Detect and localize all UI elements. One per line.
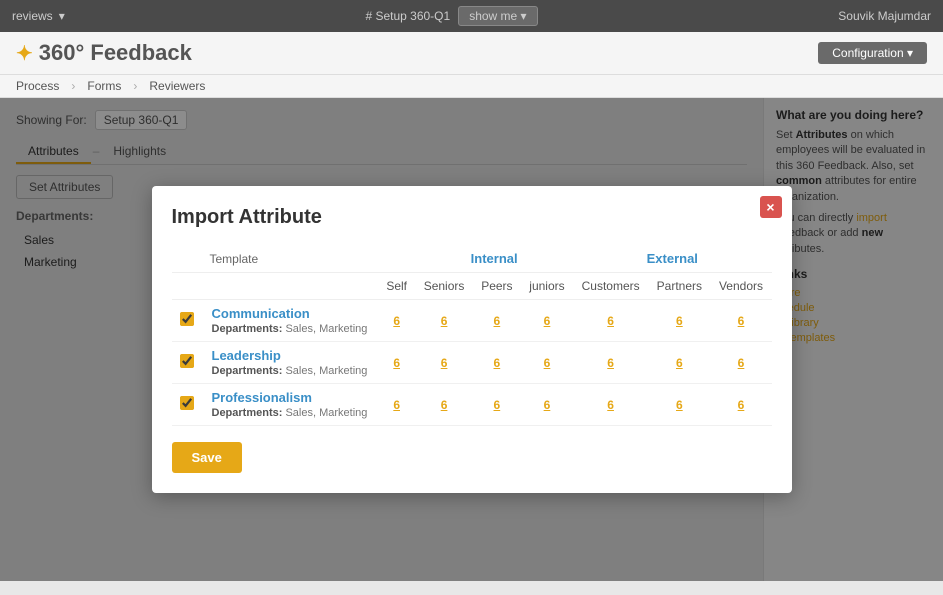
modal-title: Import Attribute: [172, 206, 772, 229]
juniors-value[interactable]: 6: [521, 384, 573, 426]
app-title-text: 360° Feedback: [39, 40, 192, 66]
self-value[interactable]: 6: [378, 342, 415, 384]
sub-nav: Process › Forms › Reviewers: [0, 75, 943, 98]
modal-close-button[interactable]: ×: [760, 196, 782, 218]
row-checkbox-cell: [172, 300, 202, 342]
checkbox-sub-header: [172, 273, 202, 300]
reviews-link[interactable]: reviews: [12, 9, 53, 23]
table-row: Professionalism Departments: Sales, Mark…: [172, 384, 772, 426]
external-group-header: External: [573, 245, 771, 273]
nav-reviewers[interactable]: Reviewers: [149, 79, 205, 93]
template-name-cell: Leadership Departments: Sales, Marketing: [202, 342, 379, 384]
template-name[interactable]: Communication: [212, 306, 371, 321]
self-header: Self: [378, 273, 415, 300]
main-header: ✦ 360° Feedback Configuration ▾: [0, 32, 943, 75]
nav-forms[interactable]: Forms: [87, 79, 121, 93]
reviews-arrow: ▾: [59, 9, 65, 23]
seniors-value[interactable]: 6: [415, 300, 473, 342]
table-row: Leadership Departments: Sales, Marketing…: [172, 342, 772, 384]
partners-value[interactable]: 6: [648, 384, 710, 426]
row-checkbox[interactable]: [180, 312, 194, 326]
checkbox-col-header: [172, 245, 202, 273]
vendors-header: Vendors: [710, 273, 771, 300]
row-checkbox[interactable]: [180, 396, 194, 410]
seniors-header: Seniors: [415, 273, 473, 300]
juniors-value[interactable]: 6: [521, 300, 573, 342]
gear-icon: ✦: [16, 41, 33, 66]
template-name[interactable]: Professionalism: [212, 390, 371, 405]
modal-overlay: × Import Attribute Template Internal Ext…: [0, 98, 943, 581]
self-value[interactable]: 6: [378, 384, 415, 426]
template-sub-header: [202, 273, 379, 300]
configuration-button[interactable]: Configuration ▾: [818, 42, 927, 64]
juniors-value[interactable]: 6: [521, 342, 573, 384]
vendors-value[interactable]: 6: [710, 342, 771, 384]
partners-value[interactable]: 6: [648, 300, 710, 342]
template-name-cell: Communication Departments: Sales, Market…: [202, 300, 379, 342]
app-title: ✦ 360° Feedback: [16, 40, 192, 66]
peers-value[interactable]: 6: [473, 384, 521, 426]
peers-header: Peers: [473, 273, 521, 300]
self-col-header: [378, 245, 415, 273]
template-name-cell: Professionalism Departments: Sales, Mark…: [202, 384, 379, 426]
user-name: Souvik Majumdar: [838, 9, 931, 23]
partners-header: Partners: [648, 273, 710, 300]
import-attribute-modal: × Import Attribute Template Internal Ext…: [152, 186, 792, 493]
peers-value[interactable]: 6: [473, 300, 521, 342]
template-name[interactable]: Leadership: [212, 348, 371, 363]
seniors-value[interactable]: 6: [415, 342, 473, 384]
template-depts: Departments: Sales, Marketing: [212, 365, 368, 377]
save-button[interactable]: Save: [172, 442, 242, 473]
customers-header: Customers: [573, 273, 648, 300]
attributes-table: Template Internal External Self Seniors …: [172, 245, 772, 426]
customers-value[interactable]: 6: [573, 300, 648, 342]
peers-value[interactable]: 6: [473, 342, 521, 384]
seniors-value[interactable]: 6: [415, 384, 473, 426]
template-col-header: Template: [202, 245, 379, 273]
partners-value[interactable]: 6: [648, 342, 710, 384]
self-value[interactable]: 6: [378, 300, 415, 342]
show-me-button[interactable]: show me ▾: [458, 6, 537, 26]
template-depts: Departments: Sales, Marketing: [212, 407, 368, 419]
customers-value[interactable]: 6: [573, 342, 648, 384]
table-row: Communication Departments: Sales, Market…: [172, 300, 772, 342]
juniors-header: juniors: [521, 273, 573, 300]
row-checkbox[interactable]: [180, 354, 194, 368]
setup-label: # Setup 360-Q1: [365, 9, 450, 23]
content-area: Showing For: Setup 360-Q1 Attributes – H…: [0, 98, 943, 581]
row-checkbox-cell: [172, 384, 202, 426]
vendors-value[interactable]: 6: [710, 300, 771, 342]
internal-group-header: Internal: [415, 245, 573, 273]
top-bar: reviews ▾ # Setup 360-Q1 show me ▾ Souvi…: [0, 0, 943, 32]
customers-value[interactable]: 6: [573, 384, 648, 426]
row-checkbox-cell: [172, 342, 202, 384]
vendors-value[interactable]: 6: [710, 384, 771, 426]
nav-process[interactable]: Process: [16, 79, 59, 93]
template-depts: Departments: Sales, Marketing: [212, 323, 368, 335]
